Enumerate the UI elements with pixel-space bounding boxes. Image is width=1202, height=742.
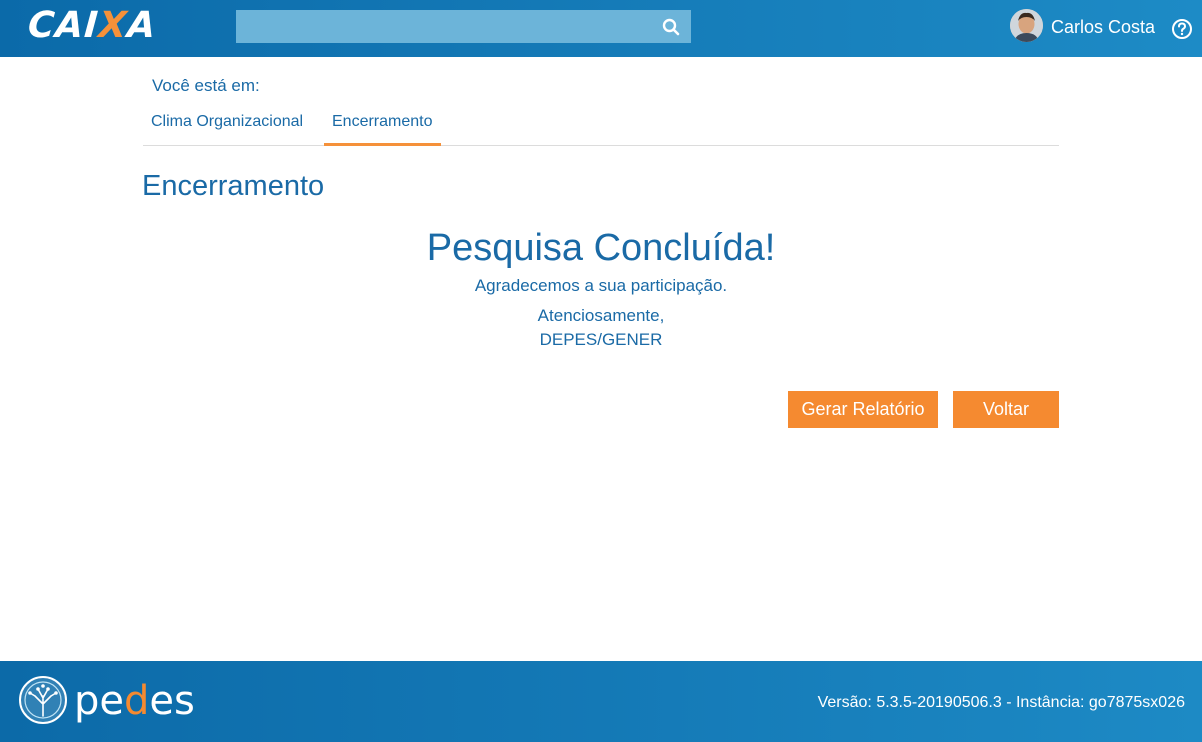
tab-clima-organizacional[interactable]: Clima Organizacional xyxy=(143,104,311,146)
breadcrumb-label: Você está em: xyxy=(152,76,260,95)
breadcrumb: Clima Organizacional Encerramento xyxy=(143,104,1059,146)
pedes-tree-icon xyxy=(19,676,67,724)
avatar-image xyxy=(1010,9,1043,42)
logo-suffix: A xyxy=(126,5,158,46)
tab-encerramento[interactable]: Encerramento xyxy=(324,104,441,146)
logo-prefix: CAI xyxy=(26,5,101,46)
app-footer: pedes Versão: 5.3.5-20190506.3 - Instânc… xyxy=(0,661,1202,742)
thanks-message: Agradecemos a sua participação. xyxy=(474,276,728,295)
back-button[interactable]: Voltar xyxy=(953,391,1059,428)
pedes-logo: pedes xyxy=(19,676,195,724)
app-header: CAIXA Carlos Costa xyxy=(0,0,1202,57)
generate-report-button[interactable]: Gerar Relatório xyxy=(788,391,938,428)
search-icon xyxy=(662,18,680,36)
search-button[interactable] xyxy=(657,15,685,39)
avatar[interactable] xyxy=(1010,9,1043,42)
caixa-logo[interactable]: CAIXA xyxy=(26,5,158,46)
search-input[interactable] xyxy=(236,10,646,43)
page-title: Encerramento xyxy=(142,170,325,202)
help-icon[interactable] xyxy=(1171,18,1193,40)
logo-accent: X xyxy=(97,5,129,46)
user-name[interactable]: Carlos Costa xyxy=(1051,16,1155,38)
regards-text: Atenciosamente, xyxy=(537,306,665,325)
completion-title: Pesquisa Concluída! xyxy=(426,227,776,269)
department-signature: DEPES/GENER xyxy=(539,330,663,349)
pedes-wordmark: pedes xyxy=(74,678,195,724)
version-info: Versão: 5.3.5-20190506.3 - Instância: go… xyxy=(817,694,1185,711)
search-box xyxy=(236,10,691,43)
